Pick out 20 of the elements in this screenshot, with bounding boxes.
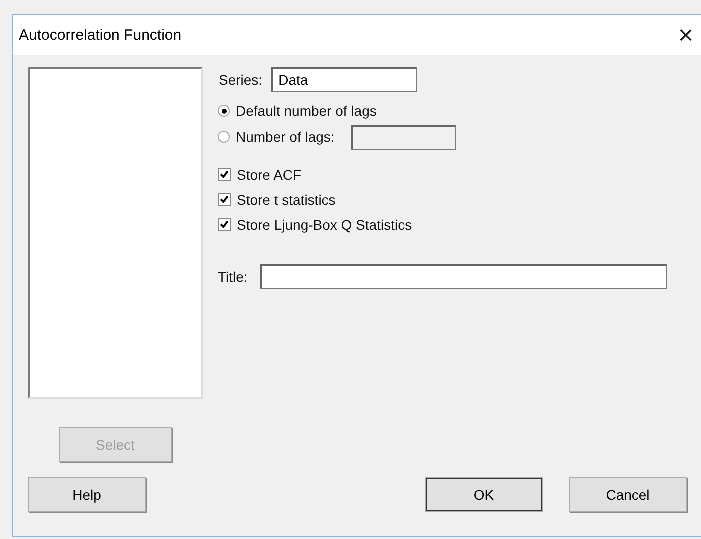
lags-field[interactable] (350, 124, 456, 150)
radio-label: Number of lags: (236, 129, 335, 145)
checkbox-label: Store Ljung-Box Q Statistics (237, 216, 412, 232)
checkbox[interactable] (218, 218, 231, 231)
close-button[interactable]: × (671, 20, 701, 50)
help-button[interactable]: Help (28, 477, 146, 512)
radio-label: Default number of lags (236, 103, 377, 119)
title-label: Title: (218, 268, 248, 284)
window-title: Autocorrelation Function (19, 26, 182, 44)
radio-button[interactable] (218, 131, 230, 143)
checkbox-label: Store ACF (237, 166, 302, 182)
series-field[interactable]: Data (270, 67, 417, 92)
radio-button[interactable] (218, 105, 230, 117)
checkbox-label: Store t statistics (237, 192, 336, 208)
series-label: Series: (219, 72, 263, 88)
title-field[interactable] (260, 264, 667, 289)
checkbox[interactable] (218, 193, 231, 206)
ok-button[interactable]: OK (425, 477, 543, 512)
cancel-button[interactable]: Cancel (569, 477, 687, 512)
checkbox[interactable] (218, 168, 231, 181)
